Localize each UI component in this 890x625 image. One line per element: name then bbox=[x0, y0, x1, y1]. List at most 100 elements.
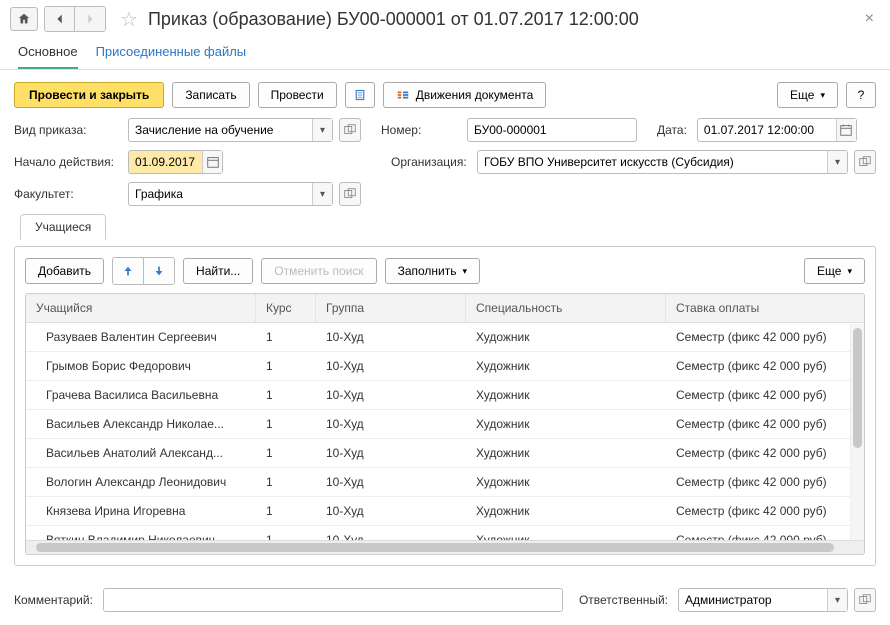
forward-button[interactable] bbox=[75, 7, 105, 31]
cell-speciality: Художник bbox=[466, 410, 666, 438]
arrow-right-icon bbox=[83, 12, 97, 26]
cell-speciality: Художник bbox=[466, 497, 666, 525]
cell-rate: Семестр (фикс 42 000 руб) bbox=[666, 352, 864, 380]
students-table: Учащийся Курс Группа Специальность Ставк… bbox=[25, 293, 865, 555]
org-open-button[interactable] bbox=[854, 150, 876, 174]
external-link-icon bbox=[858, 593, 872, 607]
find-button[interactable]: Найти... bbox=[183, 258, 253, 284]
cell-group: 10-Худ bbox=[316, 497, 466, 525]
cell-student: Вяткин Владимир Николаевич bbox=[26, 526, 256, 540]
horizontal-scrollbar[interactable] bbox=[26, 540, 864, 554]
cell-group: 10-Худ bbox=[316, 526, 466, 540]
cell-kurs: 1 bbox=[256, 468, 316, 496]
external-link-icon bbox=[858, 155, 872, 169]
table-row[interactable]: Васильев Анатолий Александ...110-ХудХудо… bbox=[26, 439, 864, 468]
post-button[interactable]: Провести bbox=[258, 82, 337, 108]
start-date-input[interactable] bbox=[129, 151, 202, 173]
cell-kurs: 1 bbox=[256, 323, 316, 351]
report-button[interactable] bbox=[345, 82, 375, 108]
cell-rate: Семестр (фикс 42 000 руб) bbox=[666, 410, 864, 438]
faculty-input[interactable] bbox=[129, 183, 312, 205]
col-speciality[interactable]: Специальность bbox=[466, 294, 666, 322]
save-button[interactable]: Записать bbox=[172, 82, 249, 108]
document-icon bbox=[354, 88, 366, 102]
responsible-input[interactable] bbox=[679, 589, 827, 611]
org-input[interactable] bbox=[478, 151, 827, 173]
tab-attached-files[interactable]: Присоединенные файлы bbox=[96, 38, 247, 69]
number-input[interactable] bbox=[468, 119, 636, 141]
table-row[interactable]: Вологин Александр Леонидович110-ХудХудож… bbox=[26, 468, 864, 497]
table-row[interactable]: Грачева Василиса Васильевна110-ХудХудожн… bbox=[26, 381, 864, 410]
col-group[interactable]: Группа bbox=[316, 294, 466, 322]
move-down-button[interactable] bbox=[144, 258, 174, 284]
cell-speciality: Художник bbox=[466, 439, 666, 467]
col-student[interactable]: Учащийся bbox=[26, 294, 256, 322]
cell-rate: Семестр (фикс 42 000 руб) bbox=[666, 497, 864, 525]
home-button[interactable] bbox=[10, 7, 38, 31]
cell-student: Васильев Александр Николае... bbox=[26, 410, 256, 438]
add-row-button[interactable]: Добавить bbox=[25, 258, 104, 284]
cell-kurs: 1 bbox=[256, 410, 316, 438]
more-button[interactable]: Еще ▾ bbox=[777, 82, 838, 108]
comment-input[interactable] bbox=[104, 589, 562, 611]
comment-label: Комментарий: bbox=[14, 593, 97, 607]
cell-student: Грачева Василиса Васильевна bbox=[26, 381, 256, 409]
cancel-search-button: Отменить поиск bbox=[261, 258, 376, 284]
document-movements-button[interactable]: Движения документа bbox=[383, 82, 547, 108]
table-row[interactable]: Васильев Александр Николае...110-ХудХудо… bbox=[26, 410, 864, 439]
cell-student: Вологин Александр Леонидович bbox=[26, 468, 256, 496]
responsible-label: Ответственный: bbox=[579, 593, 672, 607]
date-label: Дата: bbox=[657, 123, 691, 137]
tab-students[interactable]: Учащиеся bbox=[20, 214, 106, 240]
col-rate[interactable]: Ставка оплаты bbox=[666, 294, 864, 322]
table-row[interactable]: Князева Ирина Игоревна110-ХудХудожникСем… bbox=[26, 497, 864, 526]
faculty-dropdown-button[interactable]: ▾ bbox=[312, 183, 332, 205]
help-button[interactable]: ? bbox=[846, 82, 876, 108]
faculty-open-button[interactable] bbox=[339, 182, 361, 206]
col-kurs[interactable]: Курс bbox=[256, 294, 316, 322]
chevron-down-icon: ▾ bbox=[463, 266, 468, 277]
open-ref-button[interactable] bbox=[339, 118, 361, 142]
scrollbar-thumb[interactable] bbox=[36, 543, 834, 552]
fill-button[interactable]: Заполнить ▾ bbox=[385, 258, 480, 284]
close-button[interactable]: × bbox=[859, 10, 880, 28]
calendar-button[interactable] bbox=[836, 119, 856, 141]
movements-icon bbox=[396, 88, 410, 102]
cell-kurs: 1 bbox=[256, 352, 316, 380]
order-type-input[interactable] bbox=[129, 119, 312, 141]
cell-kurs: 1 bbox=[256, 381, 316, 409]
faculty-label: Факультет: bbox=[14, 187, 122, 201]
back-button[interactable] bbox=[45, 7, 75, 31]
move-up-button[interactable] bbox=[113, 258, 144, 284]
table-row[interactable]: Грымов Борис Федорович110-ХудХудожникСем… bbox=[26, 352, 864, 381]
cell-student: Разуваев Валентин Сергеевич bbox=[26, 323, 256, 351]
table-more-button[interactable]: Еще ▾ bbox=[804, 258, 865, 284]
favorite-icon[interactable]: ☆ bbox=[120, 7, 138, 32]
cell-student: Грымов Борис Федорович bbox=[26, 352, 256, 380]
date-input[interactable] bbox=[698, 119, 836, 141]
table-row[interactable]: Разуваев Валентин Сергеевич110-ХудХудожн… bbox=[26, 323, 864, 352]
cell-group: 10-Худ bbox=[316, 323, 466, 351]
cell-student: Васильев Анатолий Александ... bbox=[26, 439, 256, 467]
tab-main[interactable]: Основное bbox=[18, 38, 78, 69]
vertical-scrollbar[interactable] bbox=[850, 324, 864, 540]
external-link-icon bbox=[343, 187, 357, 201]
cell-rate: Семестр (фикс 42 000 руб) bbox=[666, 526, 864, 540]
responsible-dropdown-button[interactable]: ▾ bbox=[827, 589, 847, 611]
cell-rate: Семестр (фикс 42 000 руб) bbox=[666, 468, 864, 496]
cell-rate: Семестр (фикс 42 000 руб) bbox=[666, 381, 864, 409]
start-calendar-button[interactable] bbox=[202, 151, 222, 173]
scrollbar-thumb[interactable] bbox=[853, 328, 862, 448]
cell-group: 10-Худ bbox=[316, 381, 466, 409]
cell-speciality: Художник bbox=[466, 381, 666, 409]
order-type-label: Вид приказа: bbox=[14, 123, 122, 137]
cell-kurs: 1 bbox=[256, 497, 316, 525]
cell-group: 10-Худ bbox=[316, 410, 466, 438]
dropdown-button[interactable]: ▾ bbox=[312, 119, 332, 141]
start-date-label: Начало действия: bbox=[14, 155, 122, 169]
org-dropdown-button[interactable]: ▾ bbox=[827, 151, 847, 173]
post-and-close-button[interactable]: Провести и закрыть bbox=[14, 82, 164, 108]
responsible-open-button[interactable] bbox=[854, 588, 876, 612]
cell-kurs: 1 bbox=[256, 439, 316, 467]
table-row[interactable]: Вяткин Владимир Николаевич110-ХудХудожни… bbox=[26, 526, 864, 540]
